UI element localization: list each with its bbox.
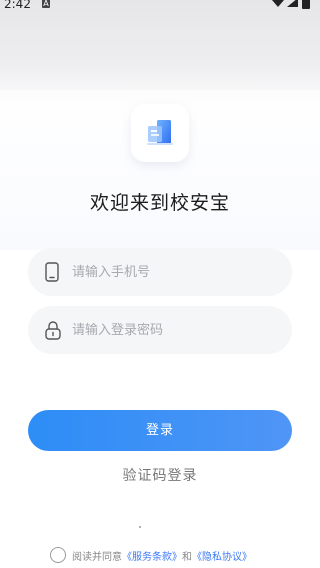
- password-field[interactable]: [28, 306, 292, 354]
- divider-dot: [139, 526, 141, 528]
- lock-icon: [45, 321, 61, 340]
- battery-icon: [302, 0, 310, 9]
- agreement-prefix: 阅读并同意: [72, 551, 122, 563]
- terms-link[interactable]: 《服务条款》: [122, 548, 182, 563]
- password-input[interactable]: [72, 306, 272, 354]
- agreement-conjunction: 和: [182, 551, 192, 563]
- wifi-icon: [272, 0, 284, 7]
- phone-input[interactable]: [72, 248, 272, 296]
- privacy-link[interactable]: 《隐私协议》: [192, 548, 252, 563]
- status-time: 2:42: [4, 0, 31, 11]
- sms-login-link[interactable]: 验证码登录: [0, 465, 320, 485]
- app-logo: [131, 104, 189, 162]
- agreement-row: 阅读并同意 《服务条款》 和 《隐私协议》: [50, 546, 252, 564]
- school-building-icon: [147, 120, 173, 145]
- phone-icon: [45, 262, 59, 282]
- agree-checkbox[interactable]: [50, 547, 66, 563]
- signal-icon: [287, 0, 298, 7]
- notification-icon: A: [42, 0, 50, 8]
- page-title: 欢迎来到校安宝: [89, 192, 230, 214]
- login-button[interactable]: 登录: [28, 410, 292, 451]
- phone-field[interactable]: [28, 248, 292, 296]
- status-bar: 2:42 A: [0, 0, 320, 12]
